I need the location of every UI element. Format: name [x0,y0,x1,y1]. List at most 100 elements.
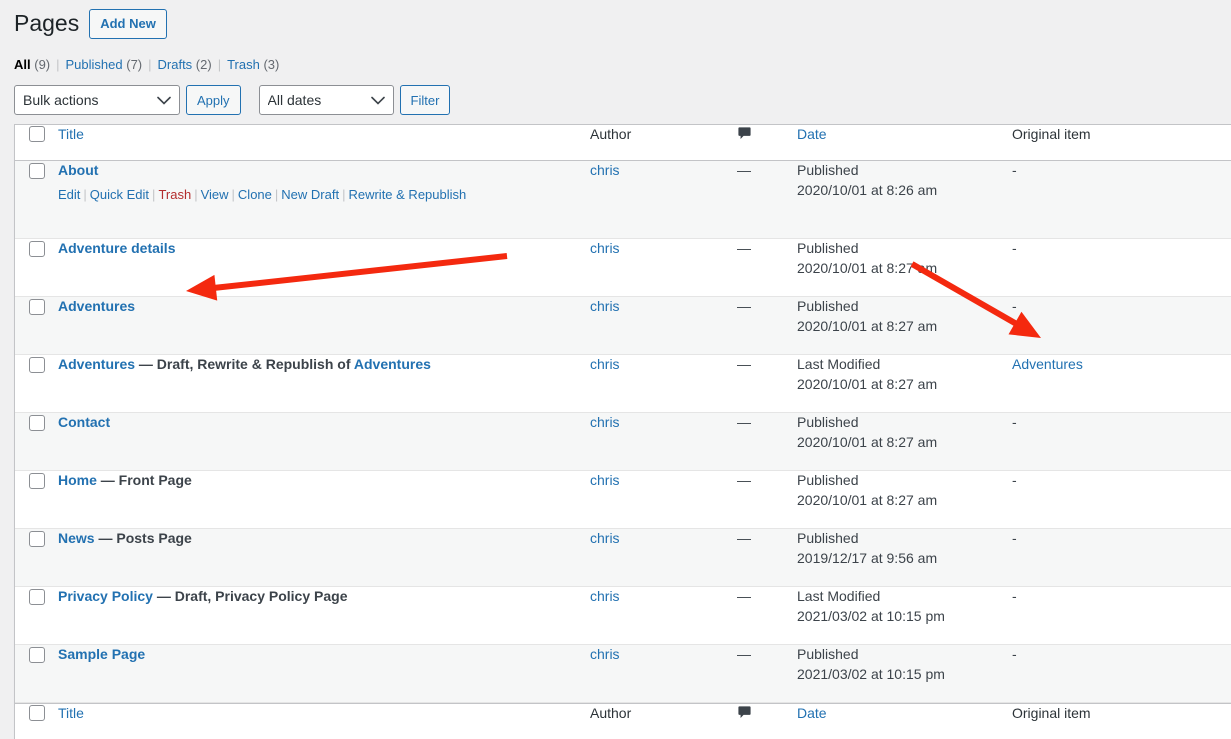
row-action-divider: | [194,186,198,202]
date-filter-select[interactable]: All datesDecember 2019October 2020March … [258,85,394,115]
row-comments-value: — [737,240,751,256]
row-checkbox[interactable] [29,647,45,663]
date-filter-select-wrapper: All datesDecember 2019October 2020March … [258,85,394,115]
row-author-link[interactable]: chris [590,530,620,546]
row-title-link[interactable]: Adventures [58,298,135,314]
comment-bubble-icon[interactable] [737,126,752,147]
sort-by-title-link[interactable]: Title [58,126,84,142]
row-date-status: Last Modified [797,588,881,604]
row-date-value: 2020/10/01 at 8:26 am [797,181,938,198]
row-original-item-cell: - [1012,529,1231,587]
bulk-actions-select[interactable]: Bulk actionsEditMove to Trash [14,85,180,115]
row-title-link[interactable]: Privacy Policy [58,588,153,604]
row-action-new-draft[interactable]: New Draft [281,187,339,202]
row-checkbox[interactable] [29,415,45,431]
row-post-state: — Draft, Privacy Policy Page [152,588,348,604]
row-checkbox[interactable] [29,163,45,179]
row-checkbox[interactable] [29,531,45,547]
row-title-cell: News — Posts Page [57,529,590,587]
row-title-cell: Adventure details [57,239,590,297]
row-date-cell: Published 2020/10/01 at 8:27 am [797,471,1012,529]
sort-by-title-link-footer[interactable]: Title [58,705,84,721]
table-row: Adventures — Draft, Rewrite & Republish … [15,355,1231,413]
row-author-link[interactable]: chris [590,298,620,314]
table-row: Sample Page chris — Published 2021/03/02 at … [15,645,1231,703]
row-comments-value: — [737,356,751,372]
table-head: Title Author Date Original item [15,125,1231,161]
row-author-cell: chris [590,529,735,587]
status-filter-link-published[interactable]: Published [66,57,123,72]
row-date-status: Published [797,298,859,314]
row-select-cell [15,587,57,645]
row-date-cell: Published 2020/10/01 at 8:26 am [797,161,1012,239]
column-footer-original-item: Original item [1012,703,1231,739]
row-checkbox[interactable] [29,241,45,257]
filter-button[interactable]: Filter [399,85,451,115]
status-filter-link-all[interactable]: All [14,57,31,72]
table-row: Home — Front Page chris — Published 2020/10/… [15,471,1231,529]
row-checkbox[interactable] [29,357,45,373]
row-original-item-cell: - [1012,587,1231,645]
row-post-state-link[interactable]: Adventures [354,356,431,372]
column-header-author: Author [590,125,735,161]
row-author-link[interactable]: chris [590,414,620,430]
table-row: Contact chris — Published 2020/10/01 at 8:27… [15,413,1231,471]
table-foot: Title Author Date Original item [15,703,1231,739]
add-new-button[interactable]: Add New [89,9,167,39]
row-action-trash[interactable]: Trash [158,187,191,202]
row-original-item-cell: - [1012,239,1231,297]
row-author-link[interactable]: chris [590,240,620,256]
row-title-link[interactable]: Home [58,472,97,488]
row-title-link[interactable]: Sample Page [58,646,145,662]
row-post-state: — Posts Page [94,530,192,546]
row-comments-cell: — [735,355,797,413]
row-original-item-value: - [1012,240,1017,256]
row-author-link[interactable]: chris [590,646,620,662]
select-all-header [15,125,57,161]
row-select-cell [15,161,57,239]
row-comments-cell: — [735,161,797,239]
row-action-view[interactable]: View [201,187,229,202]
row-original-item-link[interactable]: Adventures [1012,356,1083,372]
column-footer-comments [735,703,797,739]
status-filter-separator: | [56,57,60,72]
row-author-link[interactable]: chris [590,472,620,488]
row-select-cell [15,529,57,587]
row-action-edit[interactable]: Edit [58,187,80,202]
row-title-link[interactable]: About [58,162,98,178]
status-filter-link-drafts[interactable]: Drafts [158,57,193,72]
status-filter-separator: | [148,57,152,72]
comment-bubble-icon[interactable] [737,705,752,726]
row-action-rewrite-republish[interactable]: Rewrite & Republish [348,187,466,202]
row-author-link[interactable]: chris [590,588,620,604]
row-title-link[interactable]: Adventures [58,356,135,372]
row-title-link[interactable]: Contact [58,414,110,430]
status-filter-link-trash[interactable]: Trash [227,57,260,72]
status-filter-count: (9) [30,57,51,72]
sort-by-date-link[interactable]: Date [797,126,827,142]
row-checkbox[interactable] [29,473,45,489]
page-title: Pages [14,10,80,37]
row-action-quick-edit[interactable]: Quick Edit [90,187,149,202]
bulk-actions-select-wrapper: Bulk actionsEditMove to Trash [14,85,180,115]
row-author-link[interactable]: chris [590,162,620,178]
select-all-checkbox[interactable] [29,126,45,142]
row-original-item-cell: - [1012,413,1231,471]
select-all-checkbox-footer[interactable] [29,705,45,721]
row-checkbox[interactable] [29,589,45,605]
row-comments-value: — [737,472,751,488]
row-checkbox[interactable] [29,299,45,315]
status-filter-list: All (9) | Published (7) | Drafts (2) | Trash (… [14,52,1231,78]
status-filter-published: Published (7) | [66,52,158,78]
row-title-link[interactable]: Adventure details [58,240,175,256]
row-comments-cell: — [735,471,797,529]
row-action-clone[interactable]: Clone [238,187,272,202]
sort-by-date-link-footer[interactable]: Date [797,705,827,721]
table-row: Adventures chris — Published 2020/10/01 at 8… [15,297,1231,355]
row-select-cell [15,645,57,703]
row-author-link[interactable]: chris [590,356,620,372]
row-original-item-value: - [1012,162,1017,178]
row-title-link[interactable]: News [58,530,95,546]
apply-button[interactable]: Apply [186,85,241,115]
column-header-title: Title [57,125,590,161]
